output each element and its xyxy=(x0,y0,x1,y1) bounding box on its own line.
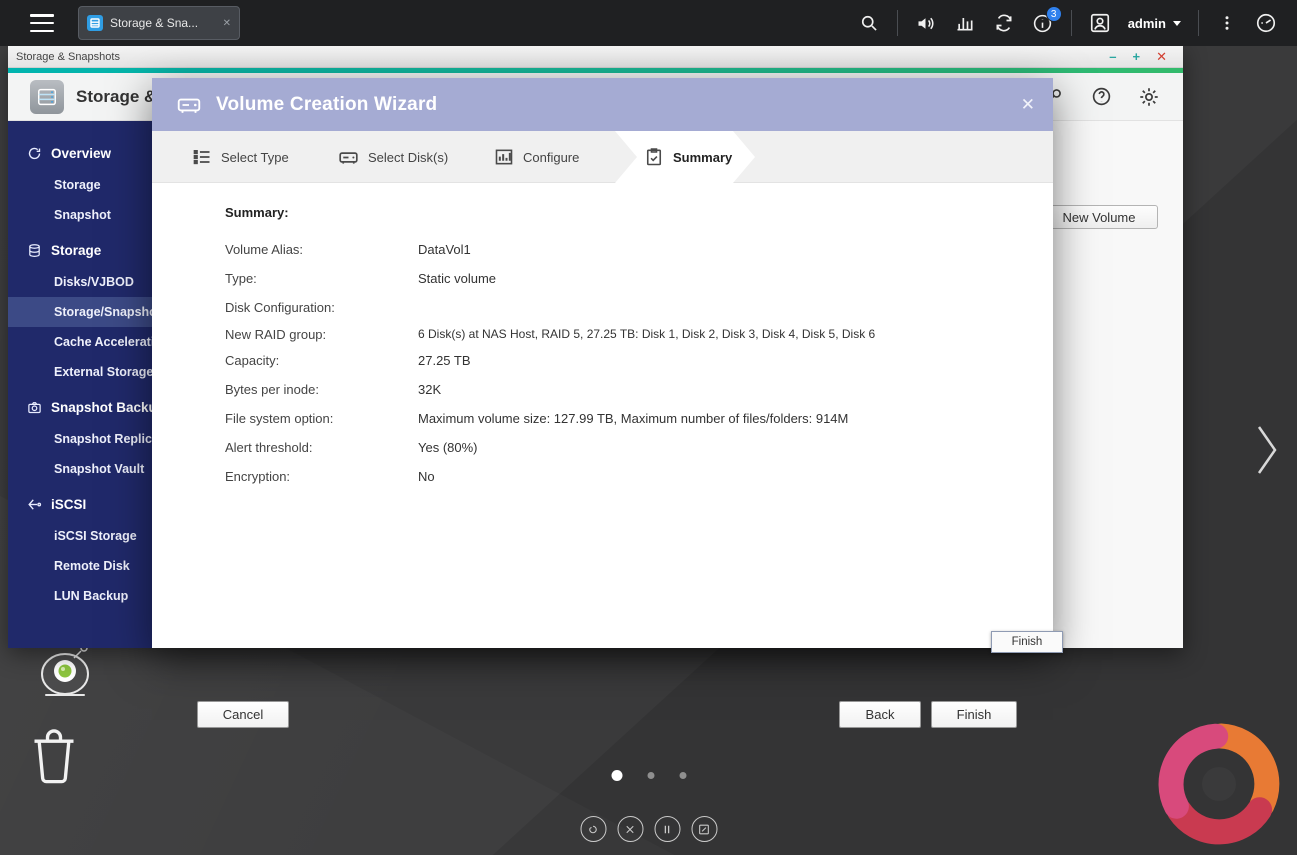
notifications-icon[interactable]: 3 xyxy=(1032,12,1054,34)
desktop-page-dots xyxy=(611,770,686,781)
step-configure[interactable]: Configure xyxy=(494,131,579,183)
notification-count-badge: 3 xyxy=(1046,6,1062,22)
summary-row: Type:Static volume xyxy=(225,264,1023,293)
swirl-icon[interactable] xyxy=(580,816,606,842)
divider xyxy=(1198,10,1199,36)
summary-row: File system option:Maximum volume size: … xyxy=(225,404,1023,433)
select-disks-icon xyxy=(338,147,359,168)
top-taskbar: Storage & Sna... ✕ 3 xyxy=(0,0,1297,46)
divider xyxy=(1071,10,1072,36)
sidebar-item-iscsi-storage[interactable]: iSCSI Storage xyxy=(8,521,152,551)
qboost-robot-icon[interactable] xyxy=(32,640,104,707)
search-icon[interactable] xyxy=(858,12,880,34)
user-icon[interactable] xyxy=(1089,12,1111,34)
window-titlebar: Storage & Snapshots – + ✕ xyxy=(8,46,1183,68)
window-maximize-button[interactable]: + xyxy=(1133,50,1141,63)
desktop: Storage & Sna... ✕ 3 xyxy=(0,0,1297,855)
step-summary[interactable]: Summary xyxy=(644,131,732,183)
columns-icon[interactable] xyxy=(654,816,680,842)
taskbar-tab-storage-snapshots[interactable]: Storage & Sna... ✕ xyxy=(78,6,240,40)
floating-finish-button[interactable]: Finish xyxy=(991,631,1063,653)
window-close-button[interactable]: ✕ xyxy=(1156,50,1167,63)
admin-username: admin xyxy=(1128,16,1166,31)
summary-row: Volume Alias:DataVol1 xyxy=(225,235,1023,264)
snapshot-backup-icon xyxy=(26,400,42,416)
overview-icon xyxy=(26,146,42,162)
cancel-button[interactable]: Cancel xyxy=(197,701,289,728)
page-dot-3[interactable] xyxy=(679,772,686,779)
window-minimize-button[interactable]: – xyxy=(1109,50,1116,63)
storage-icon xyxy=(26,243,42,259)
summary-row: Bytes per inode:32K xyxy=(225,375,1023,404)
tab-close-icon[interactable]: ✕ xyxy=(223,18,231,29)
external-device-icon[interactable] xyxy=(993,12,1015,34)
back-button[interactable]: Back xyxy=(839,701,921,728)
wizard-title: Volume Creation Wizard xyxy=(216,94,437,116)
drive-icon xyxy=(176,92,202,118)
sidebar-nav: Overview Storage Snapshot Storage Disks/… xyxy=(8,121,152,648)
chevron-down-icon xyxy=(1173,21,1181,26)
recycle-bin-icon[interactable] xyxy=(28,726,80,791)
step-select-disks[interactable]: Select Disk(s) xyxy=(338,131,448,183)
wizard-steps: Select Type Select Disk(s) Configure Sum… xyxy=(152,131,1053,183)
taskbar-tab-label: Storage & Sna... xyxy=(110,16,216,30)
sidebar-item-snapshot-backup[interactable]: Snapshot Backup xyxy=(8,391,152,424)
dashboard-icon[interactable] xyxy=(1255,12,1277,34)
sidebar-item-snapshot-overview[interactable]: Snapshot xyxy=(8,200,152,230)
new-volume-button[interactable]: New Volume xyxy=(1040,205,1158,229)
select-type-icon xyxy=(192,147,212,167)
divider xyxy=(897,10,898,36)
summary-row: Capacity:27.25 TB xyxy=(225,346,1023,375)
sidebar-item-overview[interactable]: Overview xyxy=(8,137,152,170)
volume-creation-wizard-dialog: Volume Creation Wizard ✕ Select Type Sel… xyxy=(152,78,1053,648)
sidebar-item-disks-vjbod[interactable]: Disks/VJBOD xyxy=(8,267,152,297)
sidebar-item-external-storage[interactable]: External Storage xyxy=(8,357,152,387)
sidebar-item-iscsi[interactable]: iSCSI xyxy=(8,488,152,521)
taskbar-right-icons: 3 admin xyxy=(858,10,1297,36)
step-select-type[interactable]: Select Type xyxy=(192,131,289,183)
configure-icon xyxy=(494,147,514,167)
summary-row: New RAID group:6 Disk(s) at NAS Host, RA… xyxy=(225,322,1023,346)
wizard-summary-page: Summary: Volume Alias:DataVol1 Type:Stat… xyxy=(152,183,1053,648)
sidebar-item-lun-backup[interactable]: LUN Backup xyxy=(8,581,152,611)
compass-icon[interactable] xyxy=(617,816,643,842)
summary-row: Alert threshold:Yes (80%) xyxy=(225,433,1023,462)
summary-row: Encryption:No xyxy=(225,462,1023,491)
finish-button[interactable]: Finish xyxy=(931,701,1017,728)
sidebar-item-cache-acceleration[interactable]: Cache Acceleration xyxy=(8,327,152,357)
brand-swirl-logo xyxy=(1143,708,1295,855)
page-dot-1[interactable] xyxy=(611,770,622,781)
sidebar-item-storage-snapshots[interactable]: Storage/Snapshots xyxy=(8,297,152,327)
summary-row: Disk Configuration: xyxy=(225,293,1023,322)
more-options-icon[interactable] xyxy=(1216,12,1238,34)
summary-rows: Volume Alias:DataVol1 Type:Static volume… xyxy=(225,235,1023,491)
sidebar-item-snapshot-replica[interactable]: Snapshot Replica xyxy=(8,424,152,454)
sidebar-item-storage[interactable]: Storage xyxy=(8,234,152,267)
storage-app-icon xyxy=(87,15,103,31)
background-tasks-icon[interactable] xyxy=(954,12,976,34)
sidebar-item-remote-disk[interactable]: Remote Disk xyxy=(8,551,152,581)
window-title: Storage & Snapshots xyxy=(16,51,120,63)
summary-icon xyxy=(644,147,664,167)
compose-icon[interactable] xyxy=(691,816,717,842)
page-dot-2[interactable] xyxy=(647,772,654,779)
main-menu-icon[interactable] xyxy=(30,14,54,32)
help-icon[interactable] xyxy=(1089,85,1113,109)
dialog-close-icon[interactable]: ✕ xyxy=(1021,96,1035,113)
summary-heading: Summary: xyxy=(225,205,289,220)
desktop-dock xyxy=(580,816,717,842)
storage-snapshots-app-icon xyxy=(30,80,64,114)
sidebar-item-storage-overview[interactable]: Storage xyxy=(8,170,152,200)
sidebar-item-snapshot-vault[interactable]: Snapshot Vault xyxy=(8,454,152,484)
next-page-chevron-icon[interactable] xyxy=(1256,424,1278,481)
wizard-header: Volume Creation Wizard ✕ xyxy=(152,78,1053,131)
iscsi-icon xyxy=(26,497,42,513)
admin-menu[interactable]: admin xyxy=(1128,16,1181,31)
volume-icon[interactable] xyxy=(915,12,937,34)
settings-gear-icon[interactable] xyxy=(1137,85,1161,109)
